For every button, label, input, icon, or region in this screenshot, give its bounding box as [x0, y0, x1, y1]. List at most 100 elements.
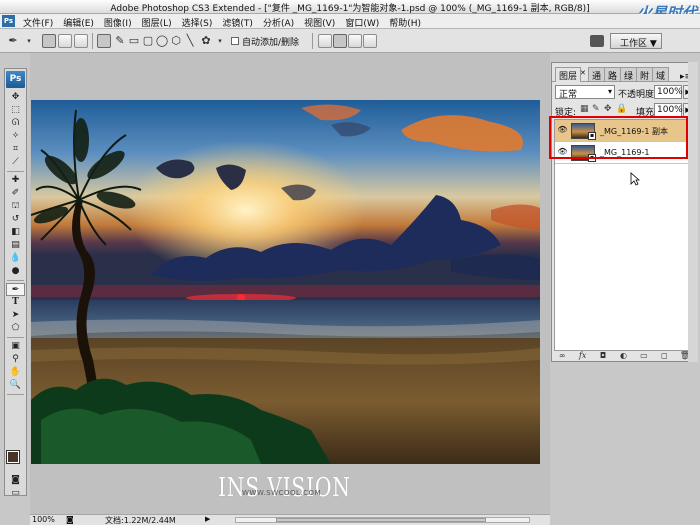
menu-image[interactable]: 图像(I)	[99, 15, 137, 29]
menu-window[interactable]: 窗口(W)	[340, 15, 384, 29]
layer-name[interactable]: _MG_1169-1 副本	[600, 126, 668, 137]
adjustment-layer-icon[interactable]: ◐	[618, 351, 628, 360]
line-icon[interactable]: ╲	[183, 34, 197, 48]
tab-3[interactable]: 绿	[620, 67, 638, 82]
path-add-button[interactable]	[318, 34, 332, 48]
auto-add-delete-checkbox[interactable]	[231, 37, 239, 45]
tab-layers[interactable]: 图层	[555, 67, 582, 82]
chevron-down-icon[interactable]: ▾	[213, 34, 227, 48]
toolbox: Ps ✥ ⬚ ᘏ ✧ ⌗ ⟋ ✚ ✐ ⛫ ↺ ◧ ▤ 💧 ● ✒ T ➤ ⬠ ▣…	[4, 68, 27, 498]
layer-style-icon[interactable]: fx	[578, 351, 588, 360]
menu-select[interactable]: 选择(S)	[177, 15, 218, 29]
tab-4[interactable]: 附	[636, 67, 654, 82]
menu-edit[interactable]: 编辑(E)	[58, 15, 99, 29]
lasso-icon[interactable]: ᘏ	[6, 117, 25, 130]
menu-analysis[interactable]: 分析(A)	[258, 15, 299, 29]
layer-row[interactable]: 👁 ▪ _MG_1169-1 副本	[555, 120, 692, 142]
path-subtract-button[interactable]	[333, 34, 347, 48]
custom-shape-icon[interactable]: ✿	[199, 34, 213, 48]
marquee-icon[interactable]: ⬚	[6, 104, 25, 117]
layers-panel-footer: ∞ fx ◘ ◐ ▭ ◻ 🗑	[552, 349, 695, 361]
menu-filter[interactable]: 滤镜(T)	[217, 15, 258, 29]
menu-view[interactable]: 视图(V)	[299, 15, 340, 29]
stamp-icon[interactable]: ⛫	[6, 200, 25, 213]
auto-add-delete-label: 自动添加/删除	[242, 38, 300, 48]
blend-mode-select[interactable]: 正常 ▾	[555, 85, 615, 100]
status-icon[interactable]: ◙	[66, 515, 74, 524]
ps-logo: Ps	[6, 71, 25, 88]
path-intersect-button[interactable]	[348, 34, 362, 48]
notes-icon[interactable]: ▣	[6, 340, 25, 353]
rounded-rectangle-icon[interactable]: ▢	[141, 34, 155, 48]
ellipse-icon[interactable]: ◯	[155, 34, 169, 48]
menu-layer[interactable]: 图层(L)	[137, 15, 177, 29]
scrollbar-thumb[interactable]	[276, 518, 486, 522]
chevron-down-icon[interactable]: ▾	[22, 34, 36, 48]
new-group-icon[interactable]: ▭	[639, 351, 649, 360]
dodge-icon[interactable]: ●	[6, 265, 25, 278]
document-size: 文档:1.22M/2.44M	[105, 516, 176, 525]
blur-icon[interactable]: 💧	[6, 252, 25, 265]
layer-name[interactable]: _MG_1169-1	[600, 148, 649, 157]
pen-tool-preset-icon[interactable]: ✒	[6, 34, 20, 48]
paths-mode-button[interactable]	[58, 34, 72, 48]
eye-icon[interactable]: 👁	[557, 126, 568, 134]
path-select-icon[interactable]: ➤	[6, 309, 25, 322]
slice-icon[interactable]: ⟋	[6, 156, 25, 169]
history-brush-icon[interactable]: ↺	[6, 213, 25, 226]
screen-mode-icon[interactable]: ▭	[6, 487, 25, 500]
menu-help[interactable]: 帮助(H)	[384, 15, 426, 29]
tab-paths[interactable]: 路	[604, 67, 622, 82]
polygon-icon[interactable]: ⬡	[169, 34, 183, 48]
pen-icon[interactable]: ✒	[6, 283, 25, 296]
brush-icon[interactable]: ✐	[6, 187, 25, 200]
gradient-icon[interactable]: ▤	[6, 239, 25, 252]
rectangle-icon[interactable]: ▭	[127, 34, 141, 48]
horizontal-scrollbar[interactable]	[235, 517, 530, 523]
eye-icon[interactable]: 👁	[557, 148, 568, 156]
options-bar: ✒ ▾ ✎ ▭ ▢ ◯ ⬡ ╲ ✿ ▾ 自动添加/删除 工作区 ▼	[0, 29, 700, 53]
layer-row[interactable]: 👁 ▪ _MG_1169-1	[555, 142, 692, 164]
app-icon[interactable]: Ps	[2, 15, 15, 27]
path-exclude-button[interactable]	[363, 34, 377, 48]
document-canvas[interactable]: INS VISION WWW.SWCOOL.COM	[30, 53, 550, 514]
workspace-button[interactable]: 工作区 ▼	[610, 33, 662, 49]
crop-icon[interactable]: ⌗	[6, 143, 25, 156]
shape-layers-button[interactable]	[42, 34, 56, 48]
lock-all-icon[interactable]: 🔒	[616, 105, 627, 114]
shape-icon[interactable]: ⬠	[6, 322, 25, 335]
eyedropper-icon[interactable]: ⚲	[6, 353, 25, 366]
new-layer-icon[interactable]: ◻	[659, 351, 669, 360]
zoom-level[interactable]: 100%	[32, 515, 55, 524]
healing-icon[interactable]: ✚	[6, 174, 25, 187]
pen-button[interactable]	[97, 34, 111, 48]
type-icon[interactable]: T	[6, 296, 25, 309]
lock-position-icon[interactable]: ✥	[604, 105, 613, 114]
status-menu-arrow[interactable]: ▶	[205, 515, 210, 523]
fill-input[interactable]: 100%	[654, 103, 683, 117]
watermark-text: INS VISION	[218, 473, 351, 503]
link-layers-icon[interactable]: ∞	[557, 351, 567, 360]
move-icon[interactable]: ✥	[6, 91, 25, 104]
magic-wand-icon[interactable]: ✧	[6, 130, 25, 143]
eraser-icon[interactable]: ◧	[6, 226, 25, 239]
chevron-down-icon: ▾	[607, 87, 612, 96]
close-icon[interactable]: ✕	[580, 69, 586, 77]
lock-pixels-icon[interactable]: ✎	[592, 105, 601, 114]
freeform-pen-icon[interactable]: ✎	[113, 34, 127, 48]
tab-channels[interactable]: 通	[588, 67, 606, 82]
window-title: Adobe Photoshop CS3 Extended - ["复件 _MG_…	[110, 4, 590, 14]
fill-pixels-button[interactable]	[74, 34, 88, 48]
status-bar: 100% ◙ 文档:1.22M/2.44M ▶	[30, 514, 550, 525]
bridge-icon[interactable]	[590, 35, 604, 47]
quick-mask-icon[interactable]: ◙	[6, 474, 25, 487]
menu-file[interactable]: 文件(F)	[18, 15, 58, 29]
layer-mask-icon[interactable]: ◘	[598, 351, 608, 360]
tab-5[interactable]: 域	[652, 67, 670, 82]
layers-panel: 图层 ✕ 通 路 绿 附 域 ▸≡ 正常▾ 不透明度: 100% ▶ 锁定: ▦…	[551, 62, 696, 362]
lock-transparent-icon[interactable]: ▦	[580, 105, 589, 114]
opacity-input[interactable]: 100%	[654, 85, 683, 99]
foreground-color-swatch[interactable]	[6, 450, 20, 464]
zoom-icon[interactable]: 🔍	[6, 379, 25, 392]
hand-icon[interactable]: ✋	[6, 366, 25, 379]
